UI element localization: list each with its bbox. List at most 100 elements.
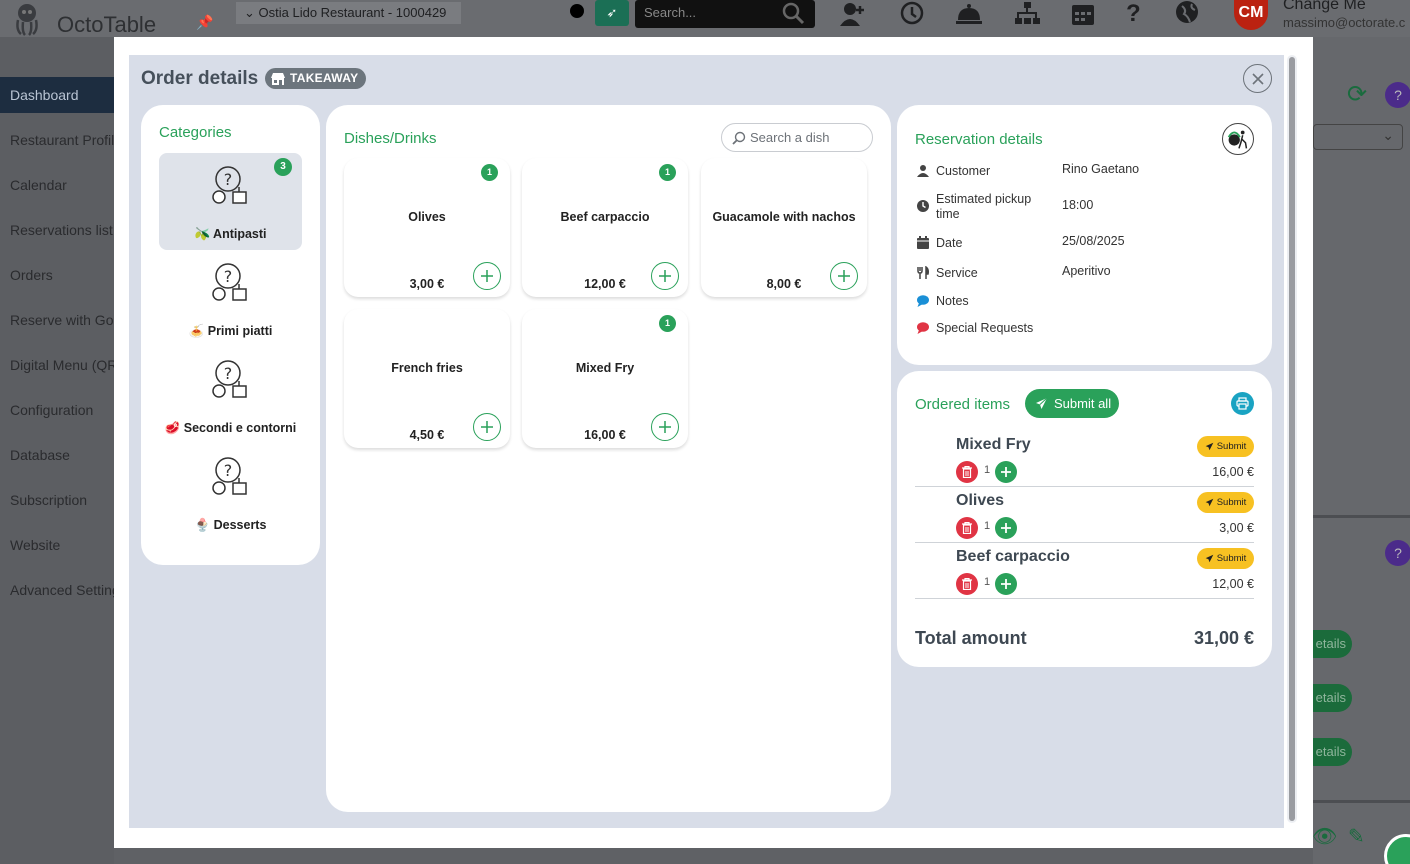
sidebar-item-reservations-list[interactable]: Reservations list (0, 212, 114, 248)
sidebar: Dashboard Restaurant Profile Calendar Re… (0, 37, 114, 864)
submit-item-button[interactable]: Submit (1197, 492, 1254, 513)
rocket-button[interactable]: ➶ (595, 0, 629, 26)
print-icon (1236, 397, 1249, 410)
remove-item-button[interactable] (956, 517, 978, 539)
sidebar-item-advanced-settings[interactable]: Advanced Settings (0, 572, 114, 608)
unknown-dish-icon: ? (212, 166, 247, 204)
add-dish-button[interactable] (651, 413, 679, 441)
pasta-emoji-icon: 🍝 (188, 324, 205, 338)
reservation-value: Rino Gaetano (1062, 162, 1140, 176)
sidebar-item-website[interactable]: Website (0, 527, 114, 563)
reservation-value: 25/08/2025 (1062, 234, 1125, 248)
edit-icon[interactable]: ✎ (1348, 824, 1365, 849)
dish-search-placeholder: Search a dish (750, 130, 830, 145)
dish-count-badge: 1 (659, 315, 676, 332)
sidebar-item-subscription[interactable]: Subscription (0, 482, 114, 518)
submit-item-label: Submit (1216, 441, 1247, 452)
help-icon[interactable]: ? (1126, 0, 1154, 28)
dish-card-olives[interactable]: 1 Olives 3,00 € (344, 158, 510, 297)
avatar[interactable]: CM (1234, 0, 1268, 30)
total-amount-value: 31,00 € (1193, 628, 1254, 648)
dish-card-guacamole[interactable]: Guacamole with nachos 8,00 € (701, 158, 867, 297)
ordered-item-quantity: 1 (984, 464, 991, 476)
restaurant-select[interactable]: ⌄ Ostia Lido Restaurant - 1000429 (236, 2, 461, 24)
dish-search-input[interactable]: Search a dish (721, 123, 873, 152)
comment-icon (917, 295, 929, 307)
bell-service-icon[interactable] (955, 0, 983, 28)
calendar-icon (917, 236, 929, 249)
increase-quantity-button[interactable] (995, 573, 1017, 595)
add-dish-button[interactable] (830, 262, 858, 290)
help-bubble-icon[interactable]: ? (1385, 82, 1410, 108)
dish-card-french-fries[interactable]: French fries 4,50 € (344, 309, 510, 448)
category-label: Secondi e contorni (183, 421, 297, 435)
ordered-item-name: Olives (956, 492, 1005, 509)
sidebar-item-reserve-with-google[interactable]: Reserve with Google (0, 302, 114, 338)
global-search-input[interactable]: Search... (635, 0, 815, 28)
ordered-item-quantity: 1 (984, 576, 991, 588)
sitemap-icon[interactable] (1013, 0, 1041, 28)
close-modal-button[interactable] (1243, 64, 1272, 93)
plus-icon (659, 421, 671, 433)
plus-icon (481, 421, 493, 433)
modal-scrollbar-thumb[interactable] (1289, 57, 1295, 821)
history-icon[interactable] (898, 0, 926, 28)
reservation-label: Special Requests (936, 321, 1034, 335)
dish-card-mixed-fry[interactable]: 1 Mixed Fry 16,00 € (522, 309, 688, 448)
increase-quantity-button[interactable] (995, 517, 1017, 539)
add-dish-button[interactable] (473, 262, 501, 290)
plus-icon (1001, 579, 1011, 589)
submit-item-button[interactable]: Submit (1197, 548, 1254, 569)
calendar-icon[interactable] (1069, 0, 1097, 28)
sidebar-item-restaurant-profile[interactable]: Restaurant Profile (0, 122, 114, 158)
takeaway-person-icon[interactable] (1222, 123, 1254, 155)
reservation-label: Notes (936, 294, 969, 308)
ordered-item-name: Mixed Fry (956, 436, 1031, 453)
increase-quantity-button[interactable] (995, 461, 1017, 483)
print-button[interactable] (1231, 392, 1254, 415)
category-desserts[interactable]: ? 🍨 Desserts (159, 444, 302, 541)
background-select[interactable]: ⌄ (1313, 124, 1403, 150)
category-secondi-e-contorni[interactable]: ? 🥩 Secondi e contorni (159, 347, 302, 444)
dish-name: Mixed Fry (575, 361, 635, 375)
app-logo-text: OctoTable (57, 12, 157, 37)
pin-icon[interactable]: 📌 (196, 14, 213, 31)
sidebar-item-configuration[interactable]: Configuration (0, 392, 114, 428)
add-user-icon[interactable] (838, 0, 866, 28)
remove-item-button[interactable] (956, 573, 978, 595)
ordered-item-price: 12,00 € (1212, 577, 1254, 591)
close-icon (1252, 73, 1264, 85)
takeaway-badge-label: TAKEAWAY (290, 71, 359, 85)
user-icon (917, 165, 929, 177)
category-antipasti[interactable]: ? 3 🫒 Antipasti (159, 153, 302, 250)
category-primi-piatti[interactable]: ? 🍝 Primi piatti (159, 250, 302, 347)
sidebar-item-dashboard[interactable]: Dashboard (0, 77, 114, 113)
takeaway-badge: TAKEAWAY (265, 68, 367, 89)
ordered-item-row: Beef carpaccio Submit 1 12,00 € (915, 543, 1254, 599)
trash-icon (962, 578, 972, 590)
reservation-label: Date (936, 236, 963, 250)
sidebar-item-database[interactable]: Database (0, 437, 114, 473)
remove-item-button[interactable] (956, 461, 978, 483)
sidebar-item-orders[interactable]: Orders (0, 257, 114, 293)
add-dish-button[interactable] (473, 413, 501, 441)
categories-title: Categories (159, 124, 232, 141)
category-label: Desserts (213, 518, 267, 532)
total-amount-label: Total amount (915, 628, 1027, 648)
help-bubble-icon-2[interactable]: ? (1385, 540, 1410, 566)
refresh-icon[interactable]: ⟳ (1347, 80, 1367, 109)
paper-plane-icon (1205, 442, 1214, 451)
globe-icon[interactable] (1174, 0, 1202, 28)
sidebar-item-calendar[interactable]: Calendar (0, 167, 114, 203)
plus-icon (1001, 467, 1011, 477)
submit-item-button[interactable]: Submit (1197, 436, 1254, 457)
eye-icon[interactable]: 👁 (1312, 824, 1337, 849)
category-label: Antipasti (213, 227, 267, 241)
ice-cream-emoji-icon: 🍨 (194, 518, 211, 532)
submit-all-button[interactable]: Submit all (1025, 389, 1119, 418)
reservation-label: Estimated pickup time (936, 192, 1032, 221)
sidebar-item-digital-menu[interactable]: Digital Menu (QR) (0, 347, 114, 383)
add-dish-button[interactable] (651, 262, 679, 290)
category-label: Primi piatti (207, 324, 273, 338)
dish-card-beef-carpaccio[interactable]: 1 Beef carpaccio 12,00 € (522, 158, 688, 297)
